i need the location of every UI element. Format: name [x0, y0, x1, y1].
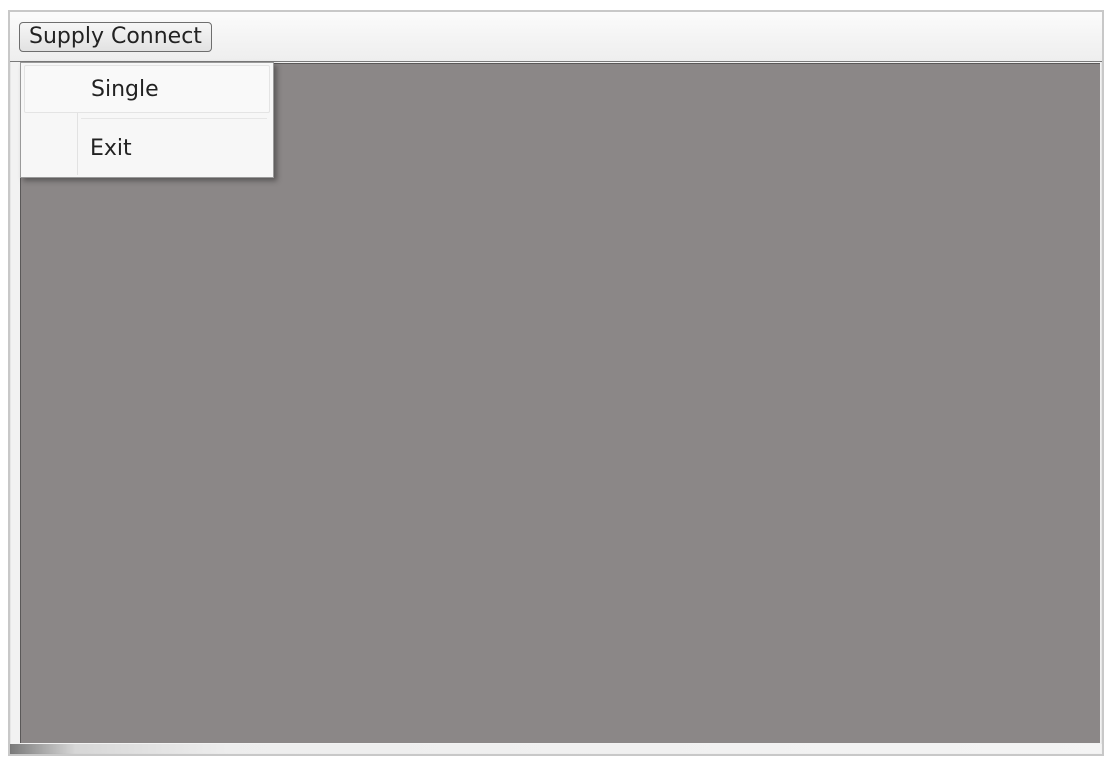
supply-connect-dropdown-menu: Single Exit [20, 62, 274, 178]
menu-item-exit-label: Exit [90, 136, 132, 161]
menu-item-single-label: Single [91, 77, 159, 102]
menu-bar: Supply Connect [10, 12, 1102, 62]
window-bottom-edge [10, 744, 1102, 754]
menu-item-exit[interactable]: Exit [24, 125, 270, 173]
menu-item-single[interactable]: Single [24, 65, 270, 113]
menu-supply-connect[interactable]: Supply Connect [19, 22, 212, 52]
menu-separator [81, 118, 267, 119]
